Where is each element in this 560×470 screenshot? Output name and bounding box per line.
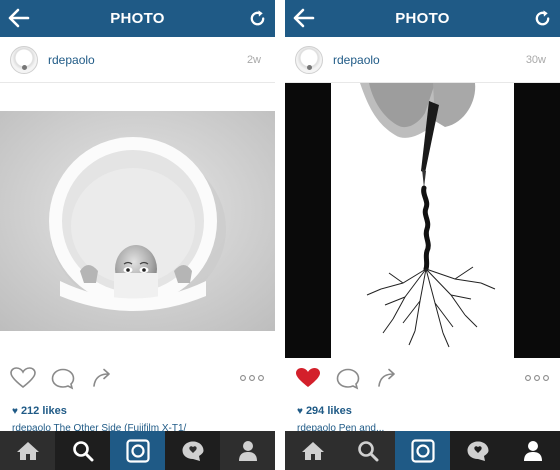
comment-icon[interactable] [336,368,360,390]
tab-camera[interactable] [110,431,165,470]
post-header: rdepaolo 2w [0,37,275,83]
share-arrow-icon[interactable] [92,368,114,388]
share-arrow-icon[interactable] [377,368,399,388]
likes-count[interactable]: ♥ 212 likes [12,405,67,417]
refresh-icon[interactable] [248,9,267,28]
home-icon [301,441,324,460]
bottom-tab-bar [0,431,275,470]
tab-profile[interactable] [220,431,275,470]
top-nav-bar: PHOTO [0,0,275,37]
likes-label: 294 likes [305,405,352,417]
post-header: rdepaolo 30w [285,37,560,83]
tab-home[interactable] [285,431,340,470]
more-options-icon[interactable] [525,375,549,381]
search-icon [72,440,93,461]
top-nav-bar: PHOTO [285,0,560,37]
username[interactable]: rdepaolo [48,53,95,67]
comment-icon[interactable] [51,368,75,390]
activity-bubble-icon [467,441,488,461]
left-photo-screen: PHOTO rdepaolo 2w ♥ 212 likes rdepaolo T… [0,0,275,470]
tab-activity[interactable] [450,431,505,470]
home-icon [16,441,39,460]
page-title: PHOTO [110,10,165,27]
tab-home[interactable] [0,431,55,470]
post-actions [285,363,560,395]
likes-count[interactable]: ♥ 294 likes [297,405,352,417]
post-photo[interactable] [0,111,275,331]
profile-icon [238,440,257,461]
avatar[interactable] [10,46,38,74]
photo-circle-man [0,111,275,331]
username[interactable]: rdepaolo [333,53,380,67]
likes-label: 212 likes [20,405,67,417]
more-options-icon[interactable] [240,375,264,381]
search-icon [357,440,378,461]
post-actions [0,363,275,395]
tab-camera[interactable] [395,431,450,470]
post-age: 30w [525,54,546,66]
page-title: PHOTO [395,10,450,27]
profile-icon [523,440,542,461]
post-age: 2w [246,54,261,66]
photo-pen-tree [285,83,560,358]
heart-small-icon: ♥ [12,406,18,417]
camera-icon [125,438,150,463]
heart-outline-icon[interactable] [10,367,36,389]
tab-activity[interactable] [165,431,220,470]
right-photo-screen: PHOTO rdepaolo 30w ♥ 294 likes rdepaolo … [285,0,560,470]
tab-search[interactable] [340,431,395,470]
tab-profile[interactable] [505,431,560,470]
tab-search[interactable] [55,431,110,470]
heart-small-icon: ♥ [297,406,303,417]
activity-bubble-icon [182,441,203,461]
camera-icon [410,438,435,463]
screenshot-pair: PHOTO rdepaolo 2w ♥ 212 likes rdepaolo T… [0,0,560,470]
heart-filled-icon[interactable] [295,367,321,389]
post-photo[interactable] [285,83,560,358]
avatar[interactable] [295,46,323,74]
refresh-icon[interactable] [533,9,552,28]
bottom-tab-bar [285,431,560,470]
